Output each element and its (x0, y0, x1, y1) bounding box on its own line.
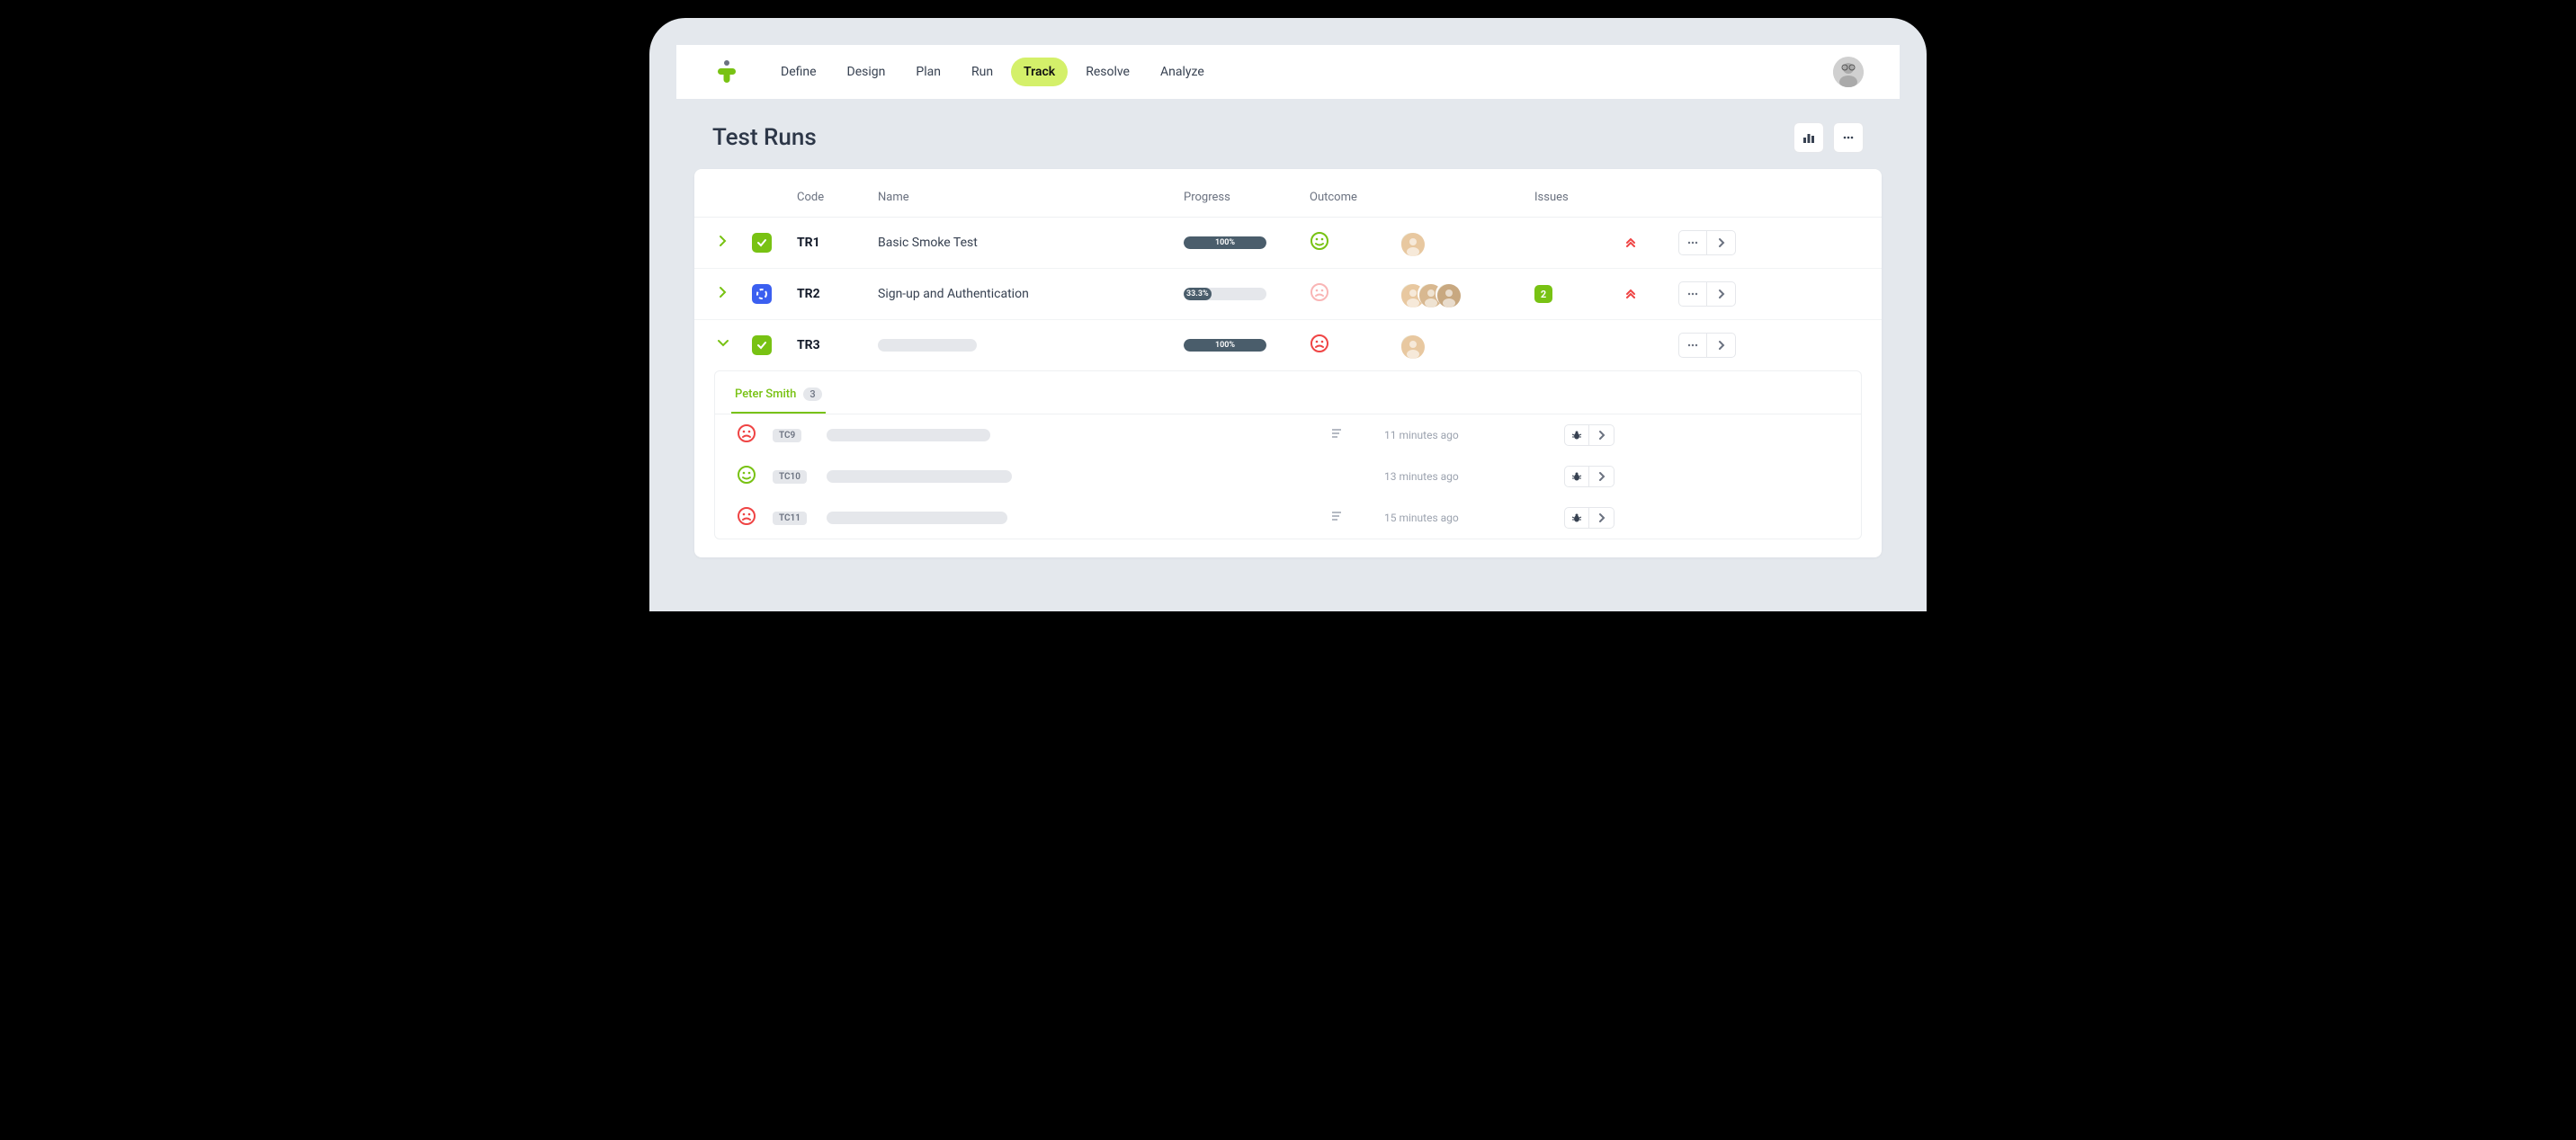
fail-face-icon (1310, 334, 1329, 353)
assignee-tab-label: Peter Smith (735, 387, 796, 401)
row-more-button[interactable] (1678, 333, 1707, 358)
user-avatar[interactable] (1833, 57, 1864, 87)
expand-toggle[interactable] (716, 234, 752, 252)
stats-button[interactable] (1793, 122, 1824, 153)
priority-high-icon (1624, 286, 1637, 298)
nav-define[interactable]: Define (768, 58, 829, 86)
table-row[interactable]: TR3 100% (694, 320, 1882, 370)
testcase-time: 13 minutes ago (1384, 470, 1564, 483)
more-button[interactable] (1833, 122, 1864, 153)
testcase-name-placeholder (827, 429, 990, 441)
progress-bar: 33.3% (1184, 288, 1266, 300)
assignee-tab[interactable]: Peter Smith 3 (731, 380, 826, 414)
run-code: TR2 (797, 287, 878, 301)
pass-face-icon (737, 465, 756, 485)
nav-resolve[interactable]: Resolve (1073, 58, 1142, 86)
col-outcome: Outcome (1310, 191, 1400, 204)
test-runs-panel: Code Name Progress Outcome Issues TR1 Ba… (694, 169, 1882, 557)
col-progress: Progress (1184, 191, 1310, 204)
open-testcase-button[interactable] (1589, 507, 1614, 529)
report-bug-button[interactable] (1564, 424, 1589, 446)
fail-face-icon (737, 423, 756, 443)
run-code: TR1 (797, 236, 878, 250)
progress-bar: 100% (1184, 236, 1266, 249)
testcase-name-placeholder (827, 470, 1012, 483)
testcase-code: TC9 (773, 429, 801, 442)
status-done-icon (752, 233, 772, 253)
row-open-button[interactable] (1707, 333, 1736, 358)
testcase-code: TC10 (773, 470, 807, 484)
run-name: Basic Smoke Test (878, 236, 1184, 250)
main-nav: DefineDesignPlanRunTrackResolveAnalyze (768, 58, 1217, 86)
issue-count-badge[interactable]: 2 (1534, 285, 1552, 303)
col-name: Name (878, 191, 1184, 204)
open-testcase-button[interactable] (1589, 424, 1614, 446)
testcase-row[interactable]: TC11 15 minutes ago (715, 497, 1861, 539)
assignee-avatar[interactable] (1400, 231, 1423, 254)
table-header: Code Name Progress Outcome Issues (694, 178, 1882, 218)
testcase-row[interactable]: TC9 11 minutes ago (715, 414, 1861, 456)
report-bug-button[interactable] (1564, 507, 1589, 529)
col-issues: Issues (1534, 191, 1624, 204)
row-open-button[interactable] (1707, 281, 1736, 307)
testcase-time: 11 minutes ago (1384, 429, 1564, 441)
priority-high-icon (1624, 235, 1637, 247)
nav-track[interactable]: Track (1011, 58, 1068, 86)
run-code: TR3 (797, 338, 878, 352)
logo[interactable] (712, 58, 741, 86)
fail-face-icon (737, 506, 756, 526)
testcase-time: 15 minutes ago (1384, 512, 1564, 524)
table-row[interactable]: TR2 Sign-up and Authentication 33.3% 2 (694, 269, 1882, 320)
testcase-name-placeholder (827, 512, 1007, 524)
fail-soft-face-icon (1310, 282, 1329, 302)
status-in-progress-icon (752, 284, 772, 304)
assignee-avatar[interactable] (1436, 282, 1459, 306)
nav-run[interactable]: Run (959, 58, 1006, 86)
progress-bar: 100% (1184, 339, 1266, 352)
name-placeholder (878, 339, 977, 352)
table-row[interactable]: TR1 Basic Smoke Test 100% (694, 218, 1882, 269)
nav-analyze[interactable]: Analyze (1148, 58, 1217, 86)
run-name: Sign-up and Authentication (878, 287, 1184, 301)
status-done-icon (752, 335, 772, 355)
expand-toggle[interactable] (716, 336, 752, 354)
run-detail-panel: Peter Smith 3 TC9 11 minutes ago TC10 13… (714, 370, 1862, 539)
nav-design[interactable]: Design (835, 58, 899, 86)
report-bug-button[interactable] (1564, 466, 1589, 487)
notes-icon (1330, 427, 1343, 440)
row-more-button[interactable] (1678, 281, 1707, 307)
assignee-avatar[interactable] (1400, 334, 1423, 357)
nav-plan[interactable]: Plan (903, 58, 953, 86)
testcase-row[interactable]: TC10 13 minutes ago (715, 456, 1861, 497)
notes-icon (1330, 510, 1343, 522)
page-title: Test Runs (712, 124, 817, 151)
pass-face-icon (1310, 231, 1329, 251)
expand-toggle[interactable] (716, 285, 752, 303)
row-open-button[interactable] (1707, 230, 1736, 255)
col-code: Code (797, 191, 878, 204)
assignee-tab-count: 3 (803, 387, 821, 401)
open-testcase-button[interactable] (1589, 466, 1614, 487)
row-more-button[interactable] (1678, 230, 1707, 255)
testcase-code: TC11 (773, 512, 807, 525)
